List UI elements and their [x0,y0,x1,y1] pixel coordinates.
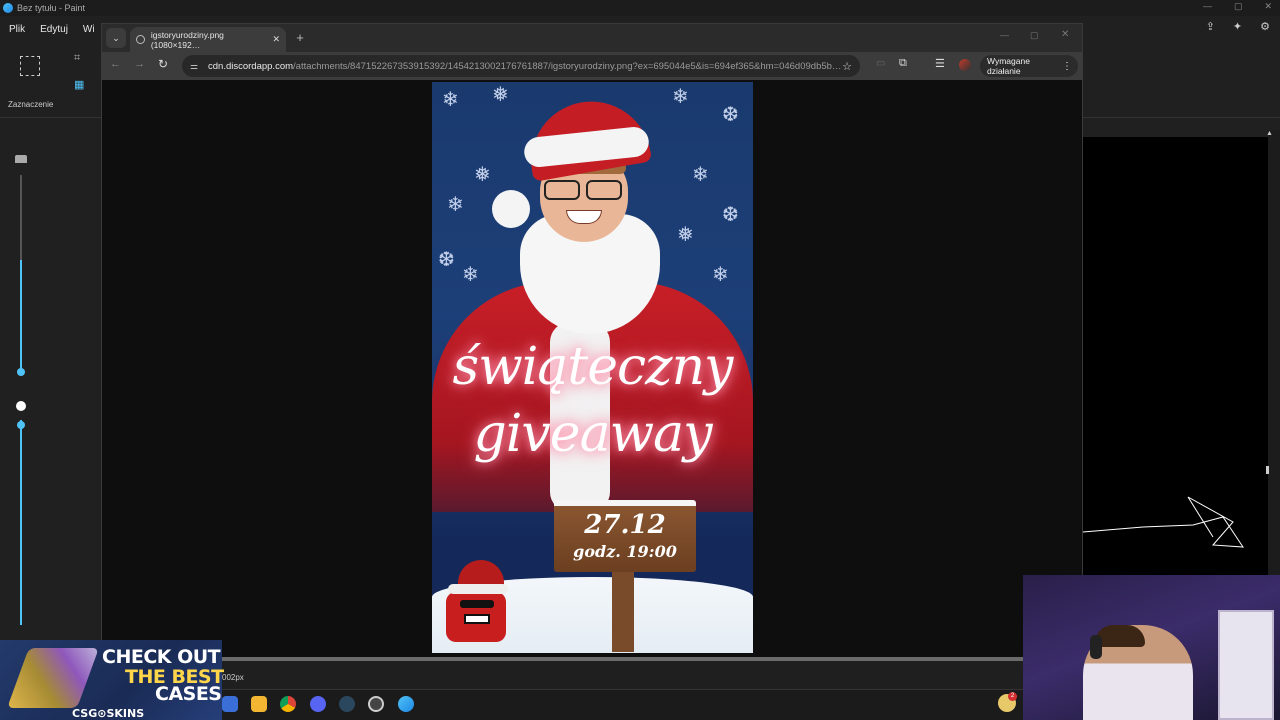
new-tab-plus-icon[interactable]: + [292,30,308,46]
tab-close-icon[interactable]: ✕ [272,34,280,45]
site-info-tune-icon[interactable]: ⚌ [190,61,202,71]
santa-hat-pompom [492,190,530,228]
selection-tool-icon[interactable] [20,56,40,76]
bookmark-star-icon[interactable]: ☆ [842,60,852,73]
extensions-puzzle-icon[interactable]: ⧉ [899,57,907,70]
file-explorer-icon[interactable] [251,696,267,712]
event-time: godz. 19:00 [573,542,677,561]
url-path: /attachments/847152267353915392/14542130… [293,60,842,72]
snowflake-icon: ❆ [722,104,739,126]
address-bar[interactable]: ⚌ cdn.discordapp.com /attachments/847152… [182,55,860,77]
discord-icon[interactable] [310,696,326,712]
update-required-button[interactable]: Wymagane działanie ⋮ [980,55,1078,77]
url-host: cdn.discordapp.com [208,60,294,72]
tab-title: igstoryurodziny.png (1080×192… [150,29,224,50]
selection-tool-label: Zaznaczenie [8,100,54,109]
headset [1090,635,1102,659]
obs-icon[interactable] [368,696,384,712]
reload-icon[interactable]: ↻ [158,57,168,71]
opacity-slider-thumb[interactable] [17,421,25,429]
canvas-size-readout: 002px [222,673,244,682]
snowflake-icon: ❆ [722,204,739,226]
opacity-slider[interactable] [20,420,22,625]
opacity-drop-icon [16,401,26,411]
copilot-icon[interactable]: ✦ [1233,20,1242,33]
browser-toolbar: ← → ↻ ⚌ cdn.discordapp.com /attachments/… [102,52,1082,80]
scrollbar-thumb[interactable] [1266,466,1269,474]
webcam-background-shelf [1218,610,1274,720]
share-icon[interactable]: ⇪ [1206,20,1215,33]
menu-view[interactable]: Wi [83,24,95,35]
paint-canvas[interactable] [1082,137,1268,577]
browser-minimize-icon[interactable]: — [1000,30,1009,40]
snowflake-icon: ❄ [712,264,729,286]
brush-size-slider-fill [20,260,22,372]
menu-file[interactable]: Plik [9,24,25,35]
canvas-scribble [1082,496,1244,548]
snowflake-icon: ❄ [442,89,459,111]
app-icon[interactable] [222,696,238,712]
settings-gear-icon[interactable]: ⚙ [1260,20,1270,33]
cast-icon[interactable]: ▭ [876,58,885,69]
paint-left-panel [0,137,100,657]
ad-headline-line3: CASES [155,683,222,705]
crop-icon[interactable]: ⌗ [74,52,80,65]
snowflake-icon: ❄ [447,194,464,216]
image-viewport: ❄ ❅ ❄ ❆ ❄ ❅ ❄ ❆ ❅ ❄ ❄ ❆ świąteczny givea… [102,80,1082,657]
tab-image[interactable]: igstoryurodziny.png (1080×192… ✕ [130,27,286,52]
browser-close-icon[interactable]: ✕ [1061,29,1069,40]
meat-boy-hat-brim [448,584,508,594]
paint-window-title: Bez tytułu - Paint [17,3,86,13]
giveaway-poster-image[interactable]: ❄ ❅ ❄ ❆ ❄ ❅ ❄ ❆ ❅ ❄ ❄ ❆ świąteczny givea… [432,82,753,653]
paint-horizontal-scrollbar[interactable] [100,657,1025,661]
snowflake-icon: ❅ [474,164,491,186]
paint-window-controls: — ▢ ✕ [1203,1,1272,12]
ad-headline-line1: CHECK OUT [102,646,221,668]
maximize-icon[interactable]: ▢ [1234,1,1243,12]
streamer-hair [1095,625,1145,647]
kebab-menu-icon[interactable]: ⋮ [1062,61,1072,72]
snowflake-icon: ❅ [492,84,509,106]
poster-title-line1: świąteczny [452,337,734,397]
paint-top-right-icons: ⇪ ✦ ⚙ [1206,20,1270,33]
glasses-left-lens [544,180,580,200]
meat-boy-mouth [464,614,490,624]
steam-icon[interactable] [339,696,355,712]
poster-title-line2: giveaway [473,404,713,464]
media-controls-icon[interactable]: ☰ [935,57,945,70]
paint-titlebar: Bez tytułu - Paint [0,0,1280,16]
brush-size-icon [15,155,27,163]
paint-app-icon [3,3,13,13]
chrome-icon[interactable] [280,696,296,712]
paint-vertical-scrollbar[interactable] [1268,130,1280,580]
snowflake-icon: ❄ [692,164,709,186]
browser-window: ⌄ igstoryurodziny.png (1080×192… ✕ + — ▢… [101,23,1083,658]
globe-icon [136,35,145,44]
minimize-icon[interactable]: — [1203,1,1212,12]
snowflake-icon: ❅ [677,224,694,246]
brush-size-slider-thumb[interactable] [17,368,25,376]
tab-strip: ⌄ igstoryurodziny.png (1080×192… ✕ + — ▢… [102,24,1082,52]
snowflake-icon: ❆ [438,249,455,271]
snowflake-icon: ❄ [462,264,479,286]
resize-icon[interactable]: ▦ [74,78,84,91]
ad-brand-logo: CSG⊙SKINS [72,707,145,720]
snowflake-icon: ❄ [672,86,689,108]
update-button-label: Wymagane działanie [987,56,1030,76]
meat-boy-eyes [460,600,494,608]
tab-search-chevron-icon[interactable]: ⌄ [106,28,126,48]
paint-icon[interactable] [398,696,414,712]
browser-maximize-icon[interactable]: ▢ [1030,30,1039,41]
back-arrow-icon[interactable]: ← [110,58,121,70]
glasses-right-lens [586,180,622,200]
event-date: 27.12 [584,510,666,540]
menu-edit[interactable]: Edytuj [40,24,68,35]
forward-arrow-icon[interactable]: → [134,58,145,70]
close-icon[interactable]: ✕ [1264,1,1272,12]
notification-badge: 2 [1008,692,1017,701]
profile-avatar[interactable] [959,59,971,71]
scroll-up-arrow-icon[interactable]: ▲ [1266,130,1273,137]
